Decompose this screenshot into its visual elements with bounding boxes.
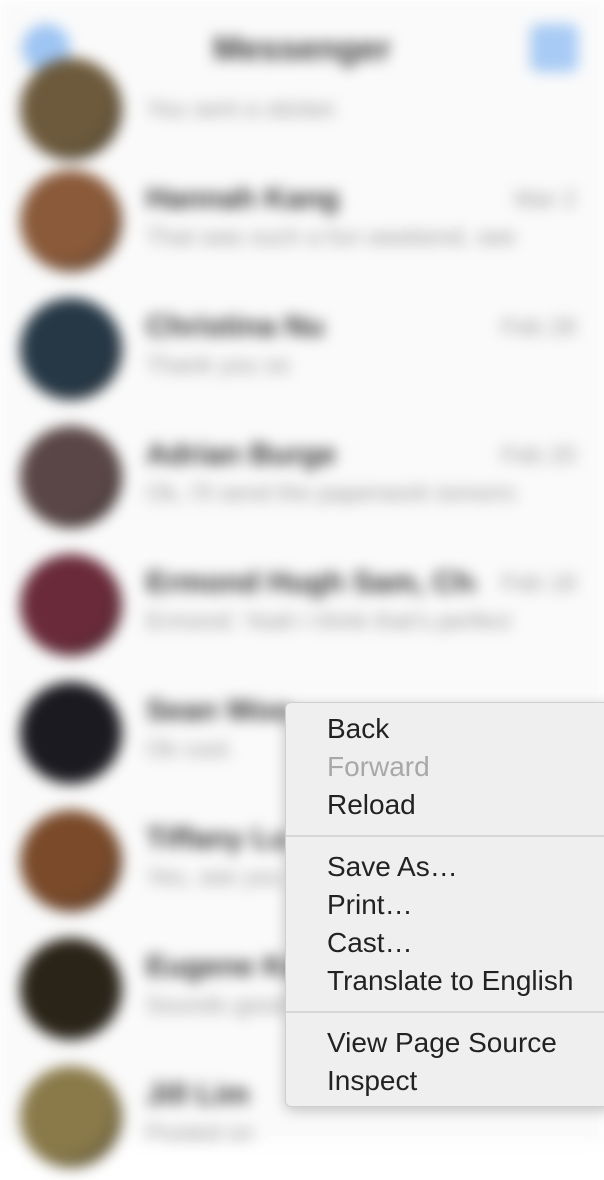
- avatar: [20, 298, 122, 400]
- conversation-name: Ermond Hugh Sam, Cha: [146, 566, 476, 599]
- conversation-snippet: Ok, I'll send the paperwork tomorrow: [146, 480, 516, 507]
- avatar: [20, 170, 122, 272]
- conversation-name: Adrian Burge: [146, 438, 337, 471]
- avatar: [20, 810, 122, 912]
- avatar: [20, 554, 122, 656]
- conversation-snippet: Posted on: [146, 1120, 255, 1147]
- conversation-row[interactable]: Adrian Burge Feb 20 Ok, I'll send the pa…: [0, 412, 604, 540]
- conversation-snippet: Thank you so: [146, 352, 291, 379]
- menu-item-back[interactable]: Back: [327, 711, 389, 747]
- conversation-time: Feb 20: [501, 442, 576, 469]
- conversation-name: Jill Lim: [146, 1078, 250, 1111]
- conversation-snippet: Yes, see you: [146, 864, 283, 891]
- conversation-name: Hannah Kang: [146, 182, 340, 215]
- menu-item-reload[interactable]: Reload: [327, 787, 416, 823]
- menu-item-view-page-source[interactable]: View Page Source: [327, 1025, 557, 1061]
- conversation-time: Feb 28: [501, 314, 576, 341]
- menu-separator: [286, 835, 604, 837]
- conversation-name: Christina Nu: [146, 310, 325, 343]
- conversation-row[interactable]: Christina Nu Feb 28 Thank you so: [0, 284, 604, 412]
- menu-item-forward: Forward: [327, 751, 430, 782]
- conversation-name: Tiffany Lu: [146, 822, 289, 855]
- menu-separator: [286, 1011, 604, 1013]
- menu-item-cast[interactable]: Cast…: [327, 925, 413, 961]
- avatar: [20, 682, 122, 784]
- menu-item-save-as[interactable]: Save As…: [327, 849, 458, 885]
- conversation-snippet: Ok cool.: [146, 736, 235, 763]
- conversation-snippet: Ermond: Yeah I think that's perfect: [146, 608, 511, 635]
- conversation-snippet: That was such a fun weekend, see you soo…: [146, 224, 516, 251]
- context-menu: Back Forward Reload Save As… Print… Cast…: [285, 702, 604, 1107]
- conversation-row[interactable]: Ermond Hugh Sam, Cha Feb 18 Ermond: Yeah…: [0, 540, 604, 668]
- conversation-time: Feb 18: [501, 570, 576, 597]
- menu-item-translate[interactable]: Translate to English: [327, 963, 573, 999]
- conversation-snippet: Sounds good: [146, 992, 288, 1019]
- menu-item-print[interactable]: Print…: [327, 887, 413, 923]
- avatar: [20, 426, 122, 528]
- conversation-row[interactable]: You sent a sticker.: [0, 44, 604, 172]
- avatar: [20, 58, 122, 160]
- conversation-name: Sean Woo: [146, 694, 291, 727]
- conversation-name: Eugene Ko: [146, 950, 303, 983]
- conversation-time: Mar 2: [514, 186, 576, 213]
- avatar: [20, 1066, 122, 1168]
- menu-item-inspect[interactable]: Inspect: [327, 1063, 417, 1099]
- conversation-row[interactable]: Hannah Kang Mar 2 That was such a fun we…: [0, 156, 604, 284]
- avatar: [20, 938, 122, 1040]
- conversation-snippet: You sent a sticker.: [146, 96, 340, 123]
